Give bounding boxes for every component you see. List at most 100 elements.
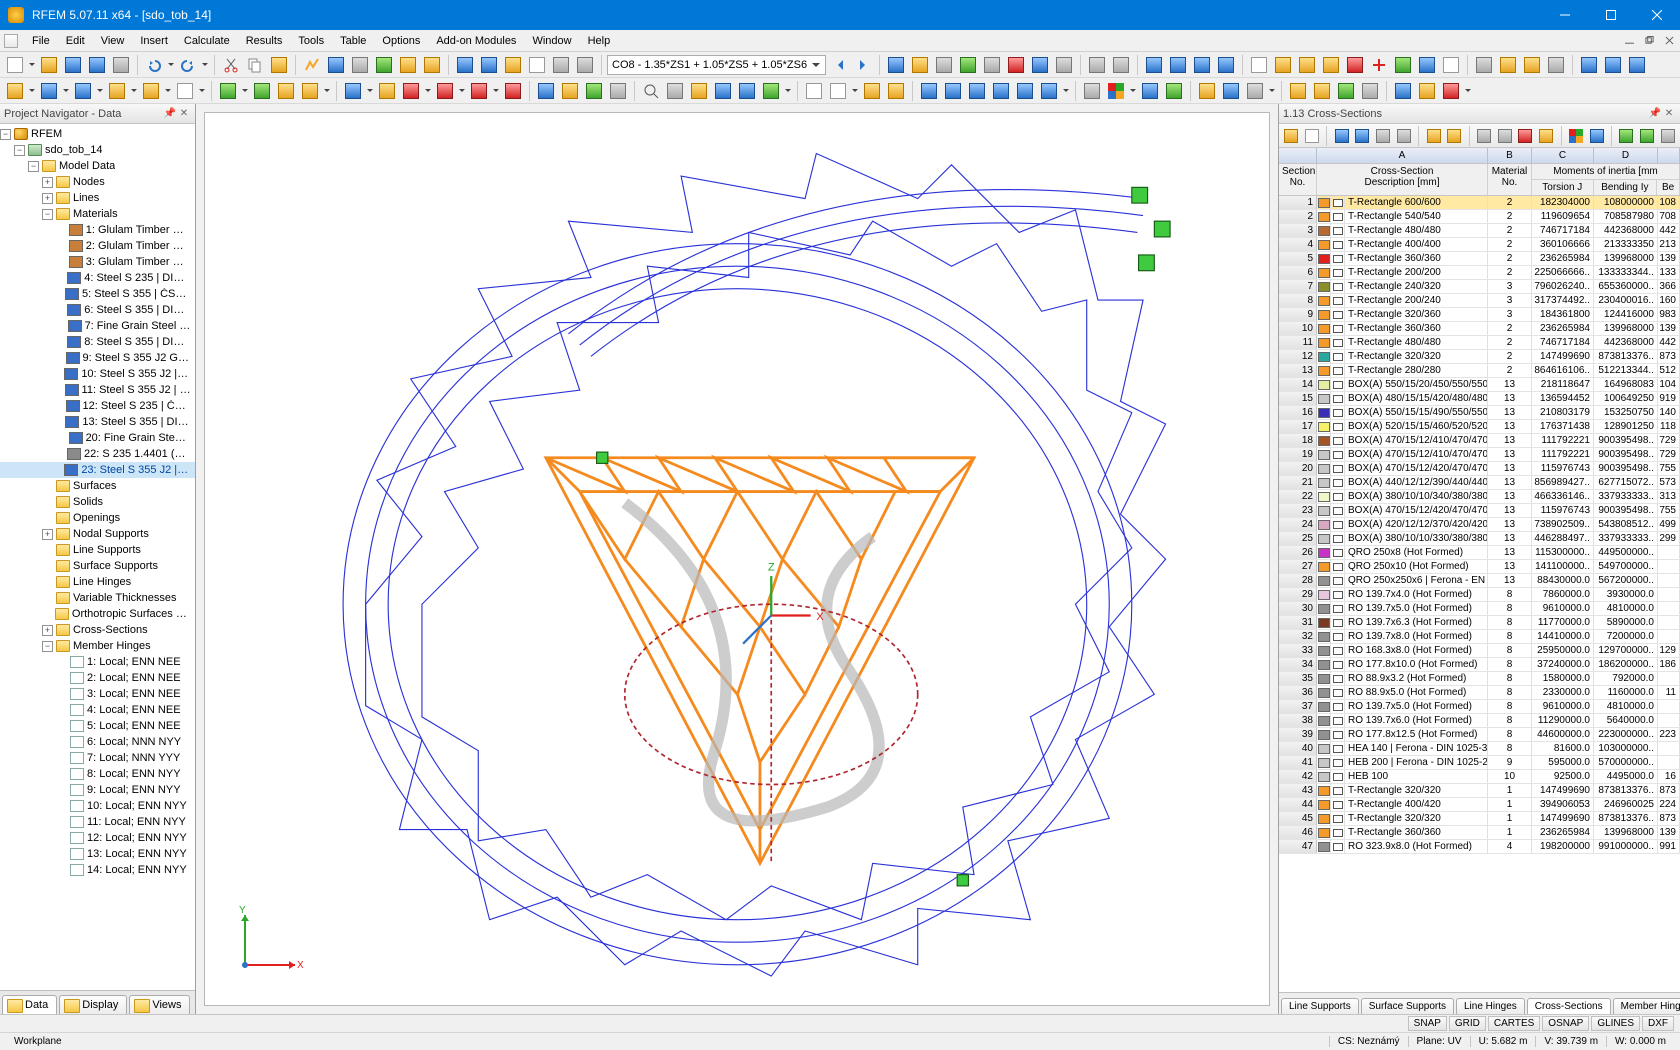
load-case-combo[interactable]: CO8 - 1.35*ZS1 + 1.05*ZS5 + 1.05*ZS6	[607, 55, 826, 75]
table-goto-button[interactable]	[1395, 126, 1414, 146]
view-right-button[interactable]	[990, 80, 1012, 102]
guideline-button[interactable]	[583, 80, 605, 102]
maximize-button[interactable]	[1588, 0, 1634, 30]
hinge-button[interactable]	[275, 80, 297, 102]
table-row[interactable]: 5T-Rectangle 360/36022362659841399680001…	[1279, 252, 1680, 266]
numbering-button[interactable]	[1081, 80, 1103, 102]
tree-hinge-item[interactable]: 8: Local; ENN NYY	[0, 766, 195, 782]
view-restore-button[interactable]	[1311, 80, 1333, 102]
zoom-all-button[interactable]	[640, 80, 662, 102]
tree-material-item[interactable]: 10: Steel S 355 J2 | CSN	[0, 366, 195, 382]
table-row[interactable]: 33RO 168.3x8.0 (Hot Formed)825950000.012…	[1279, 644, 1680, 658]
filter-button[interactable]	[981, 54, 1003, 76]
menu-table[interactable]: Table	[332, 32, 374, 50]
table-row[interactable]: 46T-Rectangle 360/3601236265984139968000…	[1279, 826, 1680, 840]
results-misc-button[interactable]	[1053, 54, 1075, 76]
parameters-button[interactable]	[349, 54, 371, 76]
solid-button[interactable]	[574, 54, 596, 76]
table-row[interactable]: 27QRO 250x10 (Hot Formed)13141100000..54…	[1279, 560, 1680, 574]
tree-hinge-item[interactable]: 5: Local; ENN NEE	[0, 718, 195, 734]
tab-surface-supports[interactable]: Surface Supports	[1361, 998, 1454, 1014]
calculate-button[interactable]	[301, 54, 323, 76]
colors-button[interactable]	[1105, 80, 1127, 102]
tree-material-item[interactable]: 4: Steel S 235 | DIN 18	[0, 270, 195, 286]
table-settings-button[interactable]	[1658, 126, 1677, 146]
status-toggle-grid[interactable]: GRID	[1449, 1016, 1486, 1031]
table-redo-button[interactable]	[1445, 126, 1464, 146]
table-row[interactable]: 22BOX(A) 380/10/10/340/380/380/10/134663…	[1279, 490, 1680, 504]
tree-hinge-item[interactable]: 12: Local; ENN NYY	[0, 830, 195, 846]
support-line-button[interactable]	[251, 80, 273, 102]
result-values-button[interactable]	[885, 54, 907, 76]
new-model-button[interactable]	[4, 54, 26, 76]
regenerate-button[interactable]	[397, 54, 419, 76]
help-button[interactable]	[1626, 54, 1648, 76]
table-row[interactable]: 7T-Rectangle 240/3203796026240..65536000…	[1279, 280, 1680, 294]
tree-line-supports[interactable]: Line Supports	[0, 542, 195, 558]
mdi-close-button[interactable]	[1660, 32, 1678, 50]
material-button[interactable]	[376, 80, 398, 102]
load-node-button[interactable]	[400, 80, 422, 102]
table-row[interactable]: 29RO 139.7x4.0 (Hot Formed)87860000.0393…	[1279, 588, 1680, 602]
cross-sections-close-button[interactable]: ✕	[1662, 107, 1676, 121]
workplane-button[interactable]	[1497, 54, 1519, 76]
table-row[interactable]: 18BOX(A) 470/15/12/410/470/470/15/131117…	[1279, 434, 1680, 448]
tree-nodal-supports[interactable]: +Nodal Supports	[0, 526, 195, 542]
menu-file[interactable]: File	[24, 32, 58, 50]
result-diagram-button[interactable]	[909, 54, 931, 76]
minimize-button[interactable]	[1542, 0, 1588, 30]
support-node-button[interactable]	[217, 80, 239, 102]
select-filter-button[interactable]	[861, 80, 883, 102]
view-y-button[interactable]	[1191, 54, 1213, 76]
table-row[interactable]: 20BOX(A) 470/15/12/420/470/470/15/131159…	[1279, 462, 1680, 476]
rotate-view-button[interactable]	[760, 80, 782, 102]
table-row[interactable]: 8T-Rectangle 200/2403317374492..23040001…	[1279, 294, 1680, 308]
table-row[interactable]: 25BOX(A) 380/10/10/330/380/380/10/134462…	[1279, 532, 1680, 546]
tree-material-item[interactable]: 23: Steel S 355 J2 | CSN	[0, 462, 195, 478]
table-colors-button[interactable]	[1567, 126, 1586, 146]
cross-section-button[interactable]	[342, 80, 364, 102]
status-toggle-snap[interactable]: SNAP	[1408, 1016, 1447, 1031]
menu-add-on-modules[interactable]: Add-on Modules	[428, 32, 524, 50]
extrude-button[interactable]	[1416, 54, 1438, 76]
zoom-window-button[interactable]	[664, 80, 686, 102]
navigator-tab-data[interactable]: Data	[2, 995, 57, 1014]
info-button[interactable]	[1602, 54, 1624, 76]
table-new-button[interactable]	[1303, 126, 1322, 146]
table-row[interactable]: 4T-Rectangle 400/40023601066662133333502…	[1279, 238, 1680, 252]
table-library-button[interactable]	[1537, 126, 1556, 146]
status-toggle-dxf[interactable]: DXF	[1642, 1016, 1674, 1031]
table-row[interactable]: 13T-Rectangle 280/2802864616106..5122133…	[1279, 364, 1680, 378]
solid-tool-button[interactable]	[140, 80, 162, 102]
check-button[interactable]	[373, 54, 395, 76]
tree-hinge-item[interactable]: 3: Local; ENN NEE	[0, 686, 195, 702]
navigator-tab-views[interactable]: Views	[129, 995, 190, 1014]
layers-button[interactable]	[454, 54, 476, 76]
navigator-close-button[interactable]: ✕	[177, 107, 191, 121]
wireframe-button[interactable]	[550, 54, 572, 76]
table-filter-button[interactable]	[1332, 126, 1351, 146]
view-x-button[interactable]	[1167, 54, 1189, 76]
table-row[interactable]: 43T-Rectangle 320/3201147499690873813376…	[1279, 784, 1680, 798]
tab-cross-sections[interactable]: Cross-Sections	[1527, 998, 1611, 1014]
table-row[interactable]: 39RO 177.8x12.5 (Hot Formed)844600000.02…	[1279, 728, 1680, 742]
screenshot-button[interactable]	[1359, 80, 1381, 102]
connect-button[interactable]	[1392, 54, 1414, 76]
visibility-button[interactable]	[478, 54, 500, 76]
status-toggle-cartes[interactable]: CARTES	[1488, 1016, 1540, 1031]
tab-line-hinges[interactable]: Line Hinges	[1456, 998, 1525, 1014]
table-row[interactable]: 12T-Rectangle 320/3202147499690873813376…	[1279, 350, 1680, 364]
menu-view[interactable]: View	[93, 32, 133, 50]
opening-button[interactable]	[1440, 54, 1462, 76]
table-row[interactable]: 16BOX(A) 550/15/15/490/550/550/15/132108…	[1279, 406, 1680, 420]
save-all-button[interactable]	[86, 54, 108, 76]
measure-button[interactable]	[1578, 54, 1600, 76]
cross-sections-grid[interactable]: A B C D SectionNo. Cross-SectionDescript…	[1279, 148, 1680, 992]
view-iso-button[interactable]	[1143, 54, 1165, 76]
tree-material-item[interactable]: 22: S 235 1.4401 (Cold	[0, 446, 195, 462]
tree-hinge-item[interactable]: 13: Local; ENN NYY	[0, 846, 195, 862]
table-copy-button[interactable]	[1475, 126, 1494, 146]
addon-1-button[interactable]	[1392, 80, 1414, 102]
table-export-button[interactable]	[1617, 126, 1636, 146]
tree-material-item[interactable]: 11: Steel S 355 J2 | CSN	[0, 382, 195, 398]
